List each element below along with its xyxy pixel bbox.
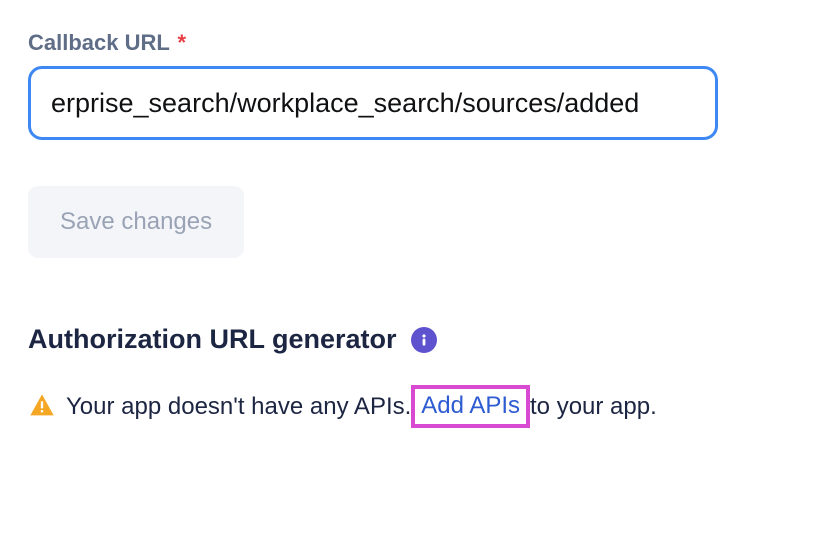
save-changes-button[interactable]: Save changes (28, 186, 244, 258)
callback-url-label-text: Callback URL (28, 30, 169, 55)
authorization-url-generator-heading: Authorization URL generator (28, 324, 397, 355)
info-icon[interactable] (411, 327, 437, 353)
add-apis-highlight: Add APIs (411, 385, 530, 428)
required-indicator: * (178, 30, 187, 55)
add-apis-link[interactable]: Add APIs (419, 392, 522, 419)
callback-url-input[interactable] (28, 66, 718, 140)
callback-url-label: Callback URL * (28, 30, 802, 56)
warning-icon (28, 392, 56, 420)
warning-text-prefix: Your app doesn't have any APIs. (66, 390, 411, 424)
no-apis-warning: Your app doesn't have any APIs. Add APIs… (28, 385, 802, 428)
warning-text-suffix: to your app. (530, 390, 657, 424)
